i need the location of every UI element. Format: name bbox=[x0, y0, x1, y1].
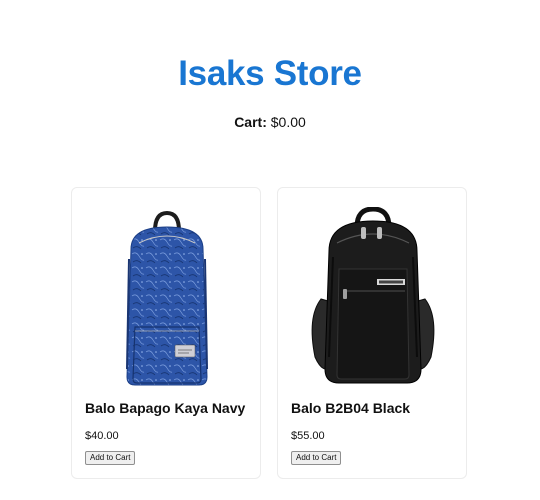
product-card: Balo Bapago Kaya Navy $40.00 Add to Cart bbox=[71, 187, 261, 479]
product-price: $40.00 bbox=[85, 430, 119, 442]
product-name: Balo B2B04 Black bbox=[291, 400, 411, 416]
product-price: $55.00 bbox=[291, 430, 325, 442]
product-grid: Balo Bapago Kaya Navy $40.00 Add to Cart bbox=[71, 187, 467, 479]
cart-label: Cart: bbox=[234, 114, 267, 130]
add-to-cart-button[interactable]: Add to Cart bbox=[291, 451, 342, 465]
cart-summary: Cart: $0.00 bbox=[0, 114, 540, 130]
store-title: Isaks Store bbox=[178, 54, 362, 93]
navy-backpack-image bbox=[85, 204, 248, 387]
product-name: Balo Bapago Kaya Navy bbox=[85, 400, 246, 416]
cart-total: $0.00 bbox=[270, 114, 306, 130]
add-to-cart-button[interactable]: Add to Cart bbox=[85, 451, 136, 465]
black-backpack-image bbox=[291, 204, 454, 387]
product-card: Balo B2B04 Black $55.00 Add to Cart bbox=[277, 187, 467, 479]
